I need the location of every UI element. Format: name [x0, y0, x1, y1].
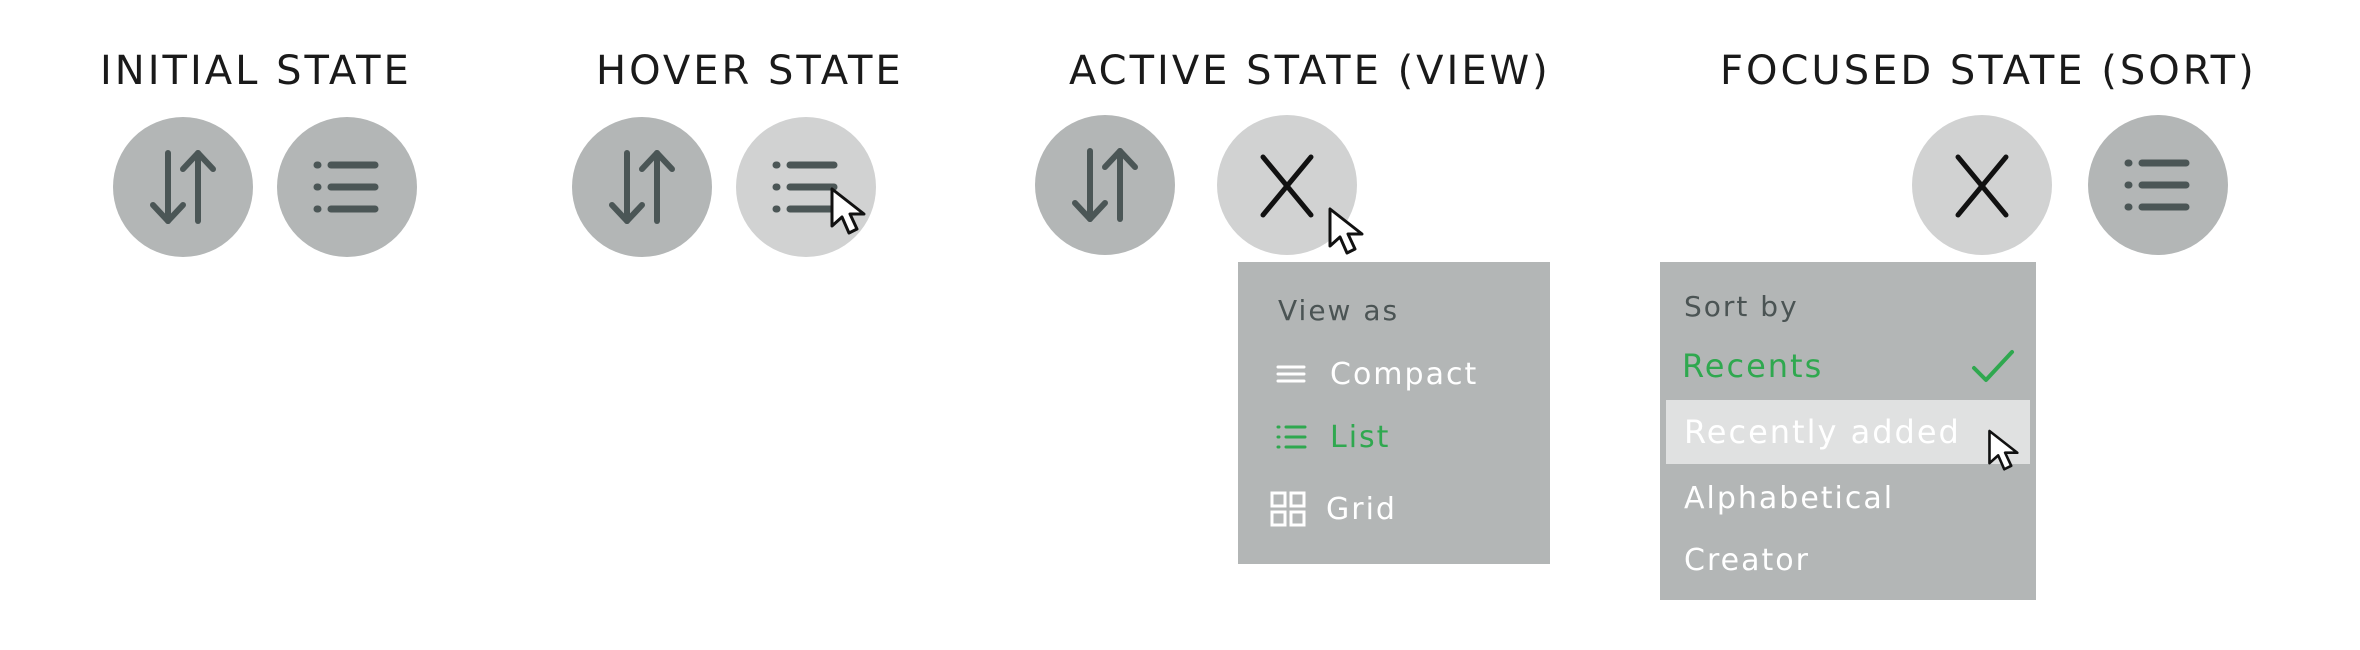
initial-state-title: INITIAL STATE [100, 48, 412, 94]
sort-arrows-icon [609, 150, 675, 224]
sort-option-label: Creator [1684, 542, 1810, 578]
view-as-menu: View as Compact List Grid [1238, 262, 1550, 564]
sort-button[interactable] [572, 117, 712, 257]
view-option-label: List [1330, 419, 1391, 455]
list-icon [2124, 159, 2190, 211]
active-state-title: ACTIVE STATE (VIEW) [1069, 48, 1551, 94]
cursor-icon [1328, 207, 1364, 255]
view-option-grid[interactable]: Grid [1238, 481, 1550, 537]
sort-option-label: Recents [1682, 347, 1824, 385]
sort-option-creator[interactable]: Creator [1660, 532, 2036, 588]
view-menu-header: View as [1278, 293, 1400, 327]
sort-arrows-icon [150, 150, 216, 224]
checkmark-icon [1972, 350, 2014, 382]
view-option-label: Grid [1326, 491, 1397, 527]
view-button[interactable] [277, 117, 417, 257]
hover-state-title: HOVER STATE [596, 48, 904, 94]
sort-option-recently-added[interactable]: Recently added [1666, 400, 2030, 464]
cursor-icon [1988, 429, 2019, 471]
sort-arrows-icon [1072, 148, 1138, 222]
sort-menu-header: Sort by [1684, 289, 1799, 323]
list-icon [313, 161, 379, 213]
sort-option-alphabetical[interactable]: Alphabetical [1660, 470, 2036, 526]
sort-option-recents[interactable]: Recents [1660, 338, 2036, 394]
close-icon [1260, 154, 1314, 218]
view-option-label: Compact [1330, 356, 1479, 392]
list-icon [1276, 425, 1307, 449]
compact-lines-icon [1276, 365, 1306, 383]
sort-button[interactable] [113, 117, 253, 257]
view-button[interactable] [2088, 115, 2228, 255]
sort-option-label: Recently added [1684, 413, 1961, 451]
cursor-icon [830, 187, 866, 235]
grid-icon [1270, 491, 1306, 527]
close-sort-menu-button[interactable] [1912, 115, 2052, 255]
sort-by-menu: Sort by Recents Recently added Alphabeti… [1660, 262, 2036, 600]
sort-option-label: Alphabetical [1684, 480, 1895, 516]
view-option-compact[interactable]: Compact [1238, 346, 1550, 402]
view-option-list[interactable]: List [1238, 409, 1550, 465]
sort-button[interactable] [1035, 115, 1175, 255]
focused-state-title: FOCUSED STATE (SORT) [1720, 48, 2257, 94]
close-icon [1955, 154, 2009, 218]
